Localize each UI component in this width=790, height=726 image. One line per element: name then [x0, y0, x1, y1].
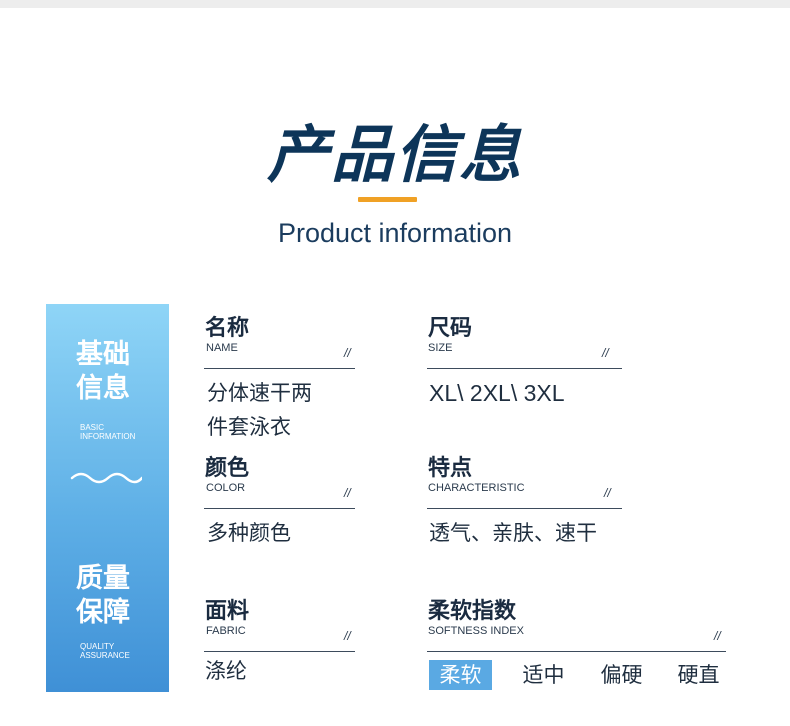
side-panel: 基础 信息 BASIC INFORMATION 质量 保障 QUALITY AS… — [46, 304, 169, 692]
fabric-value: 涤纶 — [205, 659, 247, 683]
color-value: 多种颜色 — [207, 521, 291, 545]
size-rule — [427, 368, 622, 369]
name-label-en: NAME — [206, 342, 238, 354]
basic-info-en-line2: INFORMATION — [80, 432, 136, 441]
page-title: 产品信息 — [266, 118, 523, 191]
basic-info-zh-line1: 基础 — [76, 339, 130, 370]
feature-slash: // — [604, 486, 611, 500]
feature-rule — [427, 508, 622, 509]
name-value-line1: 分体速干两 — [207, 381, 312, 405]
name-rule — [204, 368, 355, 369]
size-value: XL\ 2XL\ 3XL — [429, 380, 565, 406]
quality-en-line1: QUALITY — [80, 642, 115, 651]
fabric-label-en: FABRIC — [206, 625, 246, 637]
title-accent-bar — [358, 197, 417, 202]
top-band — [0, 0, 790, 8]
color-rule — [204, 508, 355, 509]
size-label-zh: 尺码 — [428, 316, 473, 341]
color-label-zh: 颜色 — [205, 456, 250, 481]
fabric-label-zh: 面料 — [205, 599, 250, 624]
softness-option-medium: 适中 — [522, 663, 565, 687]
softness-slash: // — [714, 629, 721, 643]
softness-rule — [427, 651, 726, 652]
fabric-slash: // — [344, 629, 351, 643]
softness-option-firm: 偏硬 — [600, 663, 643, 687]
softness-option-stiff: 硬直 — [677, 663, 720, 687]
fabric-rule — [204, 651, 355, 652]
basic-info-en-line1: BASIC — [80, 423, 105, 432]
size-label-en: SIZE — [428, 342, 453, 354]
softness-option-soft: 柔软 — [429, 660, 492, 690]
page-subtitle: Product information — [277, 218, 513, 248]
quality-zh-line2: 保障 — [76, 597, 130, 628]
name-value-line2: 件套泳衣 — [207, 415, 291, 439]
basic-info-zh-line2: 信息 — [76, 373, 130, 404]
feature-value: 透气、亲肤、速干 — [429, 521, 597, 545]
quality-en-line2: ASSURANCE — [80, 651, 130, 660]
quality-zh-line1: 质量 — [76, 563, 130, 594]
size-slash: // — [602, 346, 609, 360]
name-label-zh: 名称 — [205, 316, 250, 341]
feature-label-en: CHARACTERISTIC — [428, 482, 525, 494]
softness-label-en: SOFTNESS INDEX — [428, 625, 524, 637]
feature-label-zh: 特点 — [428, 456, 473, 481]
softness-label-zh: 柔软指数 — [428, 599, 517, 624]
color-slash: // — [344, 486, 351, 500]
wave-icon — [70, 472, 142, 484]
color-label-en: COLOR — [206, 482, 246, 494]
name-slash: // — [344, 346, 351, 360]
